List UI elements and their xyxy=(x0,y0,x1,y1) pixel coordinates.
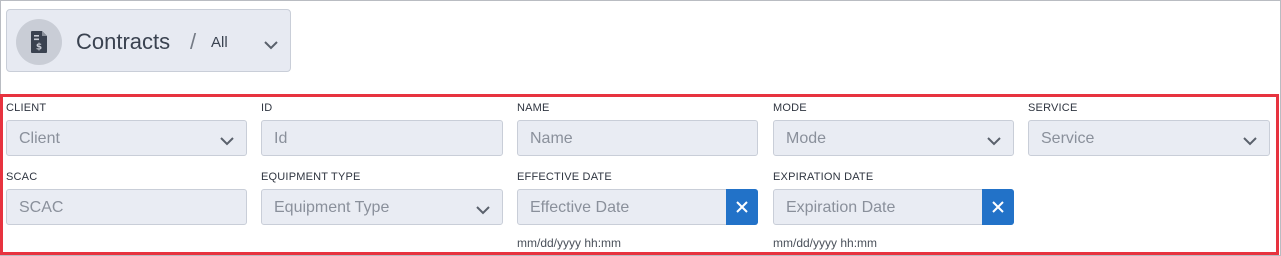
chevron-down-icon xyxy=(1243,133,1257,151)
chevron-down-icon xyxy=(220,133,234,151)
expiration-date-input[interactable]: Expiration Date xyxy=(773,189,1014,225)
view-selector-value[interactable]: All xyxy=(211,34,228,51)
mode-placeholder: Mode xyxy=(786,130,827,147)
effective-date-input[interactable]: Effective Date xyxy=(517,189,758,225)
client-label: CLIENT xyxy=(6,102,47,114)
contract-dollar-icon: $ xyxy=(16,19,62,65)
scac-label: SCAC xyxy=(6,171,38,183)
clear-expiration-date-button[interactable] xyxy=(982,189,1014,225)
scac-input[interactable]: SCAC xyxy=(6,189,247,225)
effective-date-placeholder: Effective Date xyxy=(530,199,630,216)
id-input[interactable]: Id xyxy=(261,120,503,156)
equipment-type-label: EQUIPMENT TYPE xyxy=(261,171,361,183)
chevron-down-icon xyxy=(987,133,1001,151)
expiration-date-placeholder: Expiration Date xyxy=(786,199,896,216)
mode-label: MODE xyxy=(773,102,807,114)
equipment-type-select[interactable]: Equipment Type xyxy=(261,189,503,225)
clear-effective-date-button[interactable] xyxy=(726,189,758,225)
expiration-date-label: EXPIRATION DATE xyxy=(773,171,874,183)
service-label: SERVICE xyxy=(1028,102,1078,114)
filter-panel xyxy=(0,94,1279,255)
page-breadcrumb: $ Contracts / All xyxy=(6,9,291,72)
svg-text:$: $ xyxy=(36,43,42,53)
name-placeholder: Name xyxy=(530,130,573,147)
id-placeholder: Id xyxy=(274,130,288,147)
name-input[interactable]: Name xyxy=(517,120,758,156)
name-label: NAME xyxy=(517,102,550,114)
expiration-date-format-hint: mm/dd/yyyy hh:mm xyxy=(773,236,878,250)
chevron-down-icon[interactable] xyxy=(264,37,278,55)
breadcrumb-separator: / xyxy=(190,29,197,54)
service-select[interactable]: Service xyxy=(1028,120,1270,156)
equipment-type-placeholder: Equipment Type xyxy=(274,199,390,216)
page-title: Contracts xyxy=(76,29,171,54)
client-select[interactable]: Client xyxy=(6,120,247,156)
scac-placeholder: SCAC xyxy=(19,199,64,216)
service-placeholder: Service xyxy=(1041,130,1095,147)
id-label: ID xyxy=(261,102,273,114)
effective-date-format-hint: mm/dd/yyyy hh:mm xyxy=(517,236,622,250)
chevron-down-icon xyxy=(476,202,490,220)
client-placeholder: Client xyxy=(19,130,60,147)
mode-select[interactable]: Mode xyxy=(773,120,1014,156)
effective-date-label: EFFECTIVE DATE xyxy=(517,171,612,183)
